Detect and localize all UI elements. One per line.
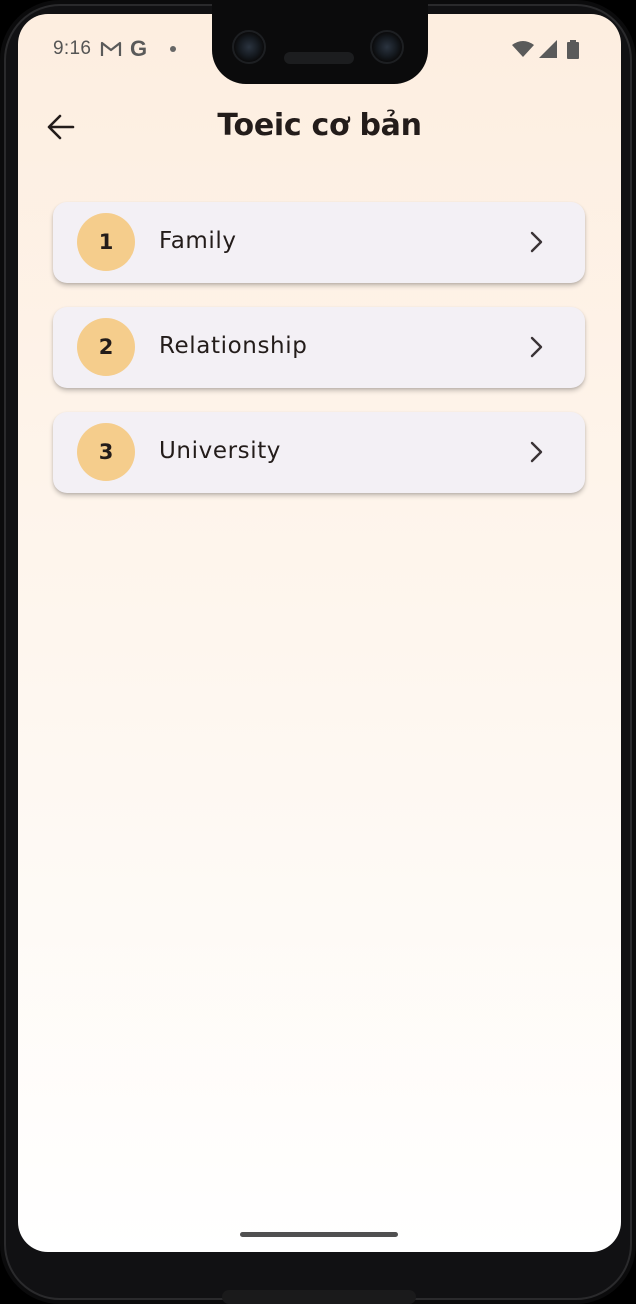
cell-signal-icon bbox=[538, 40, 558, 62]
topic-number-badge: 1 bbox=[77, 213, 135, 271]
topic-card-university[interactable]: 3 University bbox=[53, 412, 585, 493]
topic-label: University bbox=[159, 438, 282, 464]
topic-list: 1 Family 2 Relationship 3 University bbox=[53, 202, 585, 517]
topic-card-family[interactable]: 1 Family bbox=[53, 202, 585, 283]
wifi-icon bbox=[511, 40, 535, 62]
notification-dot-icon bbox=[170, 46, 176, 52]
chevron-right-icon bbox=[530, 441, 543, 463]
earpiece-speaker bbox=[284, 52, 354, 64]
chevron-right-icon bbox=[530, 336, 543, 358]
page-title: Toeic cơ bản bbox=[217, 108, 422, 143]
topic-label: Family bbox=[159, 228, 237, 254]
topic-card-relationship[interactable]: 2 Relationship bbox=[53, 307, 585, 388]
app-bar: Toeic cơ bản bbox=[18, 96, 621, 160]
status-time: 9:16 bbox=[53, 38, 92, 59]
app-screen bbox=[18, 14, 621, 1252]
topic-label: Relationship bbox=[159, 333, 308, 359]
battery-icon bbox=[567, 40, 579, 63]
home-indicator[interactable] bbox=[240, 1232, 398, 1237]
front-camera-left bbox=[232, 30, 266, 64]
front-camera-right bbox=[370, 30, 404, 64]
topic-number-badge: 3 bbox=[77, 423, 135, 481]
gmail-icon bbox=[100, 40, 122, 62]
topic-number-badge: 2 bbox=[77, 318, 135, 376]
chevron-right-icon bbox=[530, 231, 543, 253]
google-icon: G bbox=[130, 36, 148, 61]
bottom-speaker-grille bbox=[222, 1290, 416, 1304]
